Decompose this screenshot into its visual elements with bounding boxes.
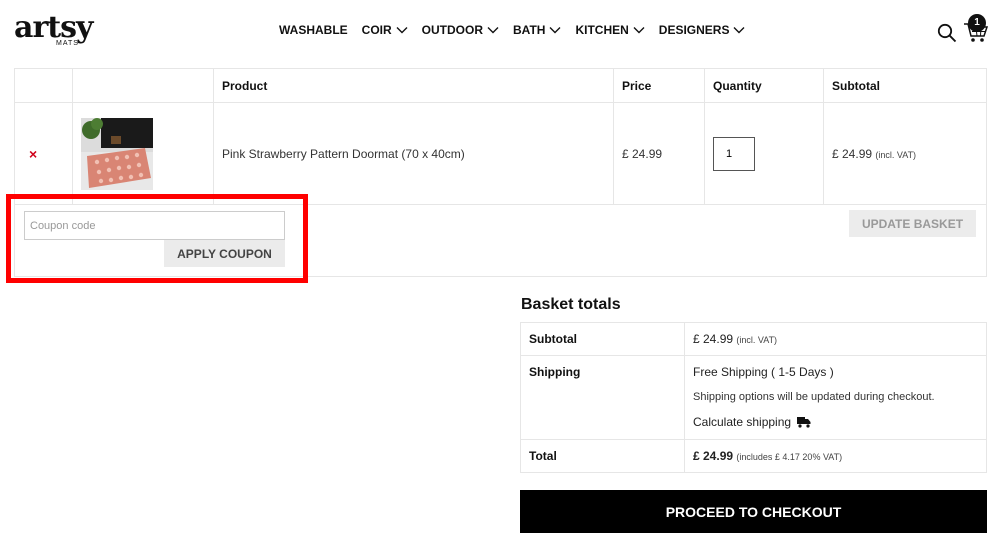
totals-total-row: Total £ 24.99 (includes £ 4.17 20% VAT) [520,439,987,473]
subtotal-cell: £ 24.99 (incl. VAT) [823,102,987,205]
totals-shipping-row: Shipping Free Shipping ( 1-5 Days ) Ship… [520,355,987,440]
main-nav: WASHABLE COIR OUTDOOR BATH KITCHEN DESIG… [279,23,759,37]
coupon-code-input[interactable] [24,211,285,240]
nav-bath[interactable]: BATH [513,23,561,37]
product-thumbnail[interactable] [81,117,153,190]
totals-shipping-cell: Free Shipping ( 1-5 Days ) Shipping opti… [684,355,987,440]
totals-subtotal-label: Subtotal [520,322,685,356]
totals-total-note: (includes £ 4.17 20% VAT) [736,452,843,462]
header-remove [14,68,73,103]
basket-totals-table: Subtotal £ 24.99 (incl. VAT) Shipping Fr… [520,322,987,473]
header-subtotal: Subtotal [823,68,987,103]
logo-subtext: MATS [56,40,79,47]
header-product: Product [213,68,614,103]
header-quantity: Quantity [704,68,824,103]
totals-subtotal-row: Subtotal £ 24.99 (incl. VAT) [520,322,987,356]
proceed-to-checkout-button[interactable]: PROCEED TO CHECKOUT [520,490,987,533]
product-price: £ 24.99 [613,102,705,205]
cart-count-badge: 1 [968,14,986,32]
nav-outdoor-label: OUTDOOR [421,23,484,37]
remove-cell: × [14,102,73,205]
cart-item-row: × Pink Strawberry Pattern Doormat (70 x … [14,102,987,205]
nav-coir-label: COIR [361,23,392,37]
totals-total-cell: £ 24.99 (includes £ 4.17 20% VAT) [684,439,987,473]
logo-text: artsy [14,10,93,45]
nav-bath-label: BATH [513,23,546,37]
calculate-shipping-link[interactable]: Calculate shipping [693,415,978,429]
subtotal-vat-note: (incl. VAT) [875,149,917,160]
update-basket-button[interactable]: UPDATE BASKET [849,210,976,237]
shipping-method: Free Shipping ( 1-5 Days ) [693,365,834,379]
remove-item-button[interactable]: × [23,146,37,162]
totals-subtotal-value: £ 24.99 [693,332,734,346]
nav-designers-label: DESIGNERS [658,23,730,37]
totals-total-value: £ 24.99 [693,449,734,463]
product-subtotal: £ 24.99 [832,146,873,161]
quantity-cell [704,102,824,205]
chevron-down-icon [396,27,408,34]
chevron-down-icon [487,27,499,34]
nav-kitchen-label: KITCHEN [575,23,629,37]
header-thumbnail [72,68,214,103]
nav-kitchen[interactable]: KITCHEN [575,23,645,37]
chevron-down-icon [733,27,745,34]
header-price: Price [613,68,705,103]
cart-table-header: Product Price Quantity Subtotal [14,68,987,103]
cart-table: Product Price Quantity Subtotal × Pink S… [14,68,987,277]
nav-designers[interactable]: DESIGNERS [659,23,746,37]
apply-coupon-button[interactable]: APPLY COUPON [164,240,285,267]
basket-totals-title: Basket totals [521,296,621,313]
product-name[interactable]: Pink Strawberry Pattern Doormat (70 x 40… [213,102,614,205]
totals-total-label: Total [520,439,685,473]
quantity-input[interactable] [713,136,755,171]
chevron-down-icon [633,27,645,34]
nav-washable-label: WASHABLE [279,23,348,37]
nav-outdoor[interactable]: OUTDOOR [422,23,499,37]
search-icon[interactable] [937,23,957,43]
totals-subtotal-cell: £ 24.99 (incl. VAT) [684,322,987,356]
chevron-down-icon [549,27,561,34]
site-logo[interactable]: artsy MATS [14,10,100,50]
thumbnail-cell [72,102,214,205]
shipping-note: Shipping options will be updated during … [693,391,935,403]
totals-subtotal-note: (incl. VAT) [736,335,778,345]
site-header: artsy MATS WASHABLE COIR OUTDOOR BATH KI… [0,0,1000,66]
calculate-shipping-label: Calculate shipping [693,415,792,429]
nav-washable[interactable]: WASHABLE [279,23,348,37]
nav-coir[interactable]: COIR [362,23,408,37]
truck-icon [797,417,811,428]
totals-shipping-label: Shipping [520,355,685,440]
